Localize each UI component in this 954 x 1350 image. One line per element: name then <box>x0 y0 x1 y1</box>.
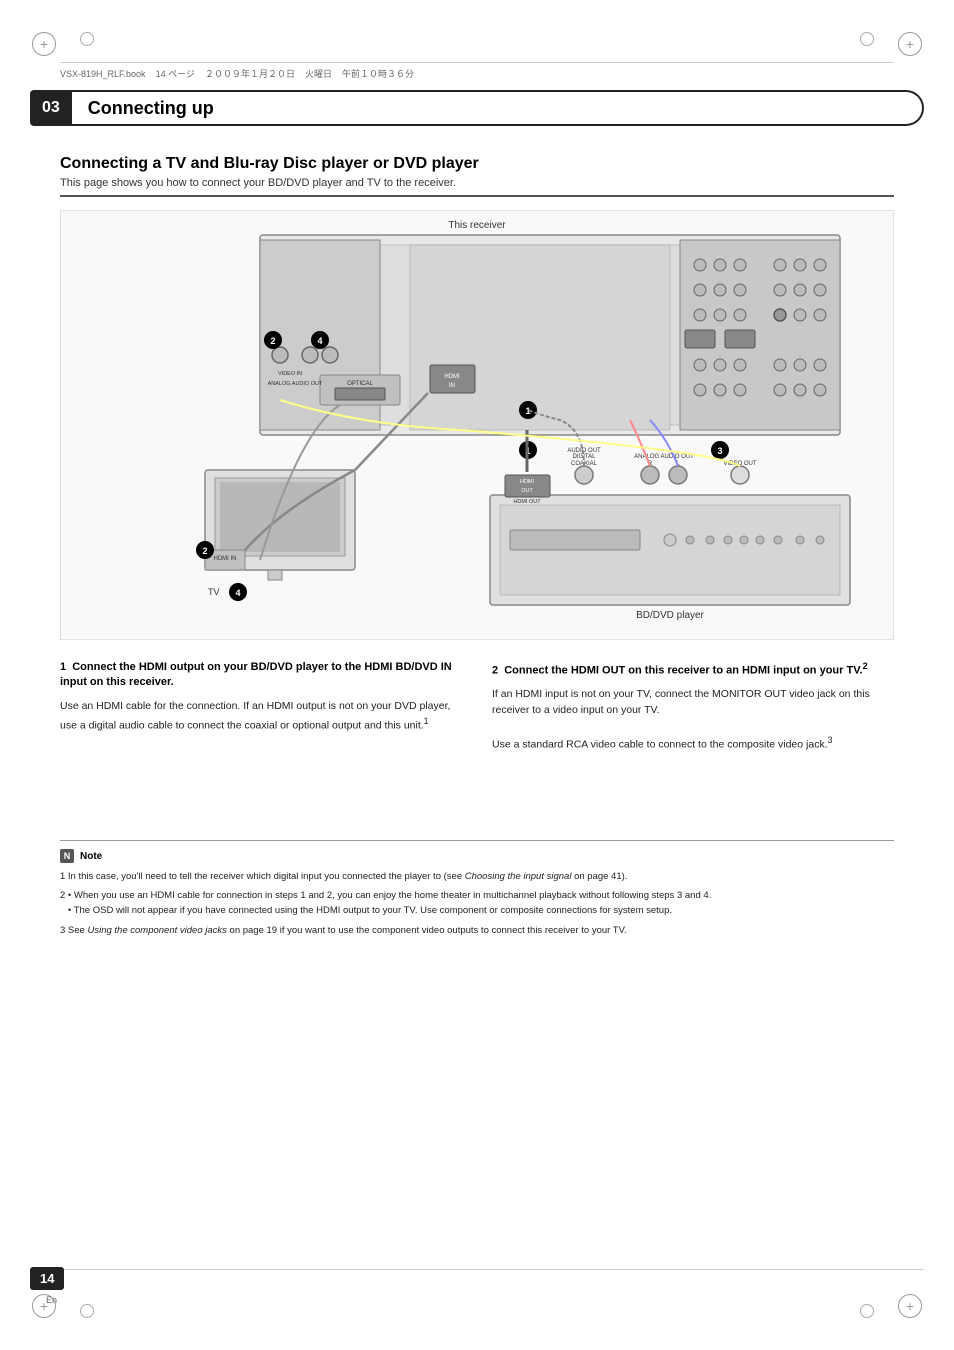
note-2: 2 • When you use an HDMI cable for conne… <box>60 888 894 918</box>
svg-text:3: 3 <box>717 446 722 456</box>
meta-day: 火曜日 <box>305 69 332 79</box>
svg-text:BD/DVD player: BD/DVD player <box>636 610 704 621</box>
instructions-section: 1 Connect the HDMI output on your BD/DVD… <box>60 660 894 754</box>
svg-text:OPTICAL: OPTICAL <box>347 381 373 387</box>
section-subtitle: This page shows you how to connect your … <box>60 177 894 189</box>
svg-text:This receiver: This receiver <box>448 220 506 231</box>
svg-text:HDMI: HDMI <box>444 374 460 380</box>
reg-mark-br2 <box>860 1304 874 1318</box>
svg-text:AUDIO OUT: AUDIO OUT <box>567 448 601 454</box>
svg-text:4: 4 <box>317 336 322 346</box>
reg-mark-tl2 <box>80 32 94 46</box>
svg-text:IN: IN <box>449 383 455 389</box>
bottom-rule <box>30 1269 924 1270</box>
reg-mark-tr2 <box>860 32 874 46</box>
meta-page: 14 ページ <box>156 69 195 79</box>
connection-diagram: This receiver HDMI IN <box>60 210 894 640</box>
svg-text:OUT: OUT <box>521 488 533 494</box>
chapter-number: 03 <box>30 90 72 126</box>
svg-text:ANALOG AUDIO OUT: ANALOG AUDIO OUT <box>268 381 323 387</box>
notes-label: Note <box>80 851 102 862</box>
meta-date: ２００９年１月２０日 <box>205 69 295 79</box>
svg-text:HDMI: HDMI <box>520 479 535 485</box>
reg-mark-br <box>898 1294 922 1318</box>
instruction-1-heading: 1 Connect the HDMI output on your BD/DVD… <box>60 660 462 691</box>
instruction-1-body: Use an HDMI cable for the connection. If… <box>60 699 462 734</box>
page-lang: En <box>46 1295 57 1305</box>
note-1: 1 In this case, you'll need to tell the … <box>60 869 894 884</box>
instruction-columns: 1 Connect the HDMI output on your BD/DVD… <box>60 660 894 754</box>
reg-mark-tr <box>898 32 922 56</box>
notes-section: N Note 1 In this case, you'll need to te… <box>60 840 894 938</box>
note-icon: N <box>60 849 74 863</box>
svg-text:TV: TV <box>208 587 220 597</box>
svg-text:4: 4 <box>235 588 240 598</box>
svg-text:2: 2 <box>270 336 275 346</box>
section-title-container: Connecting a TV and Blu-ray Disc player … <box>60 155 894 197</box>
chapter-title: Connecting up <box>72 90 924 126</box>
meta-file: VSX-819H_RLF.book <box>60 69 146 79</box>
reg-mark-tl <box>32 32 56 56</box>
meta-time: 午前１０時３６分 <box>342 69 414 79</box>
instruction-2-body: If an HDMI input is not on your TV, conn… <box>492 687 894 754</box>
notes-header: N Note <box>60 849 894 863</box>
instruction-2-heading: 2 Connect the HDMI OUT on this receiver … <box>492 660 894 679</box>
top-meta: VSX-819H_RLF.book 14 ページ ２００９年１月２０日 火曜日 … <box>60 62 894 80</box>
page-number: 14 <box>30 1267 64 1290</box>
reg-mark-bl2 <box>80 1304 94 1318</box>
note-3: 3 See Using the component video jacks on… <box>60 923 894 938</box>
svg-text:2: 2 <box>202 546 207 556</box>
instruction-col-2: 2 Connect the HDMI OUT on this receiver … <box>492 660 894 754</box>
section-title: Connecting a TV and Blu-ray Disc player … <box>60 155 894 173</box>
instruction-col-1: 1 Connect the HDMI output on your BD/DVD… <box>60 660 462 754</box>
chapter-header: 03 Connecting up <box>30 90 924 126</box>
svg-text:VIDEO IN: VIDEO IN <box>278 371 302 377</box>
svg-text:ANALOG AUDIO OUT: ANALOG AUDIO OUT <box>634 454 694 460</box>
svg-text:HDMI IN: HDMI IN <box>214 556 237 562</box>
svg-text:HDMI OUT: HDMI OUT <box>513 499 541 505</box>
notes-list: 1 In this case, you'll need to tell the … <box>60 869 894 938</box>
